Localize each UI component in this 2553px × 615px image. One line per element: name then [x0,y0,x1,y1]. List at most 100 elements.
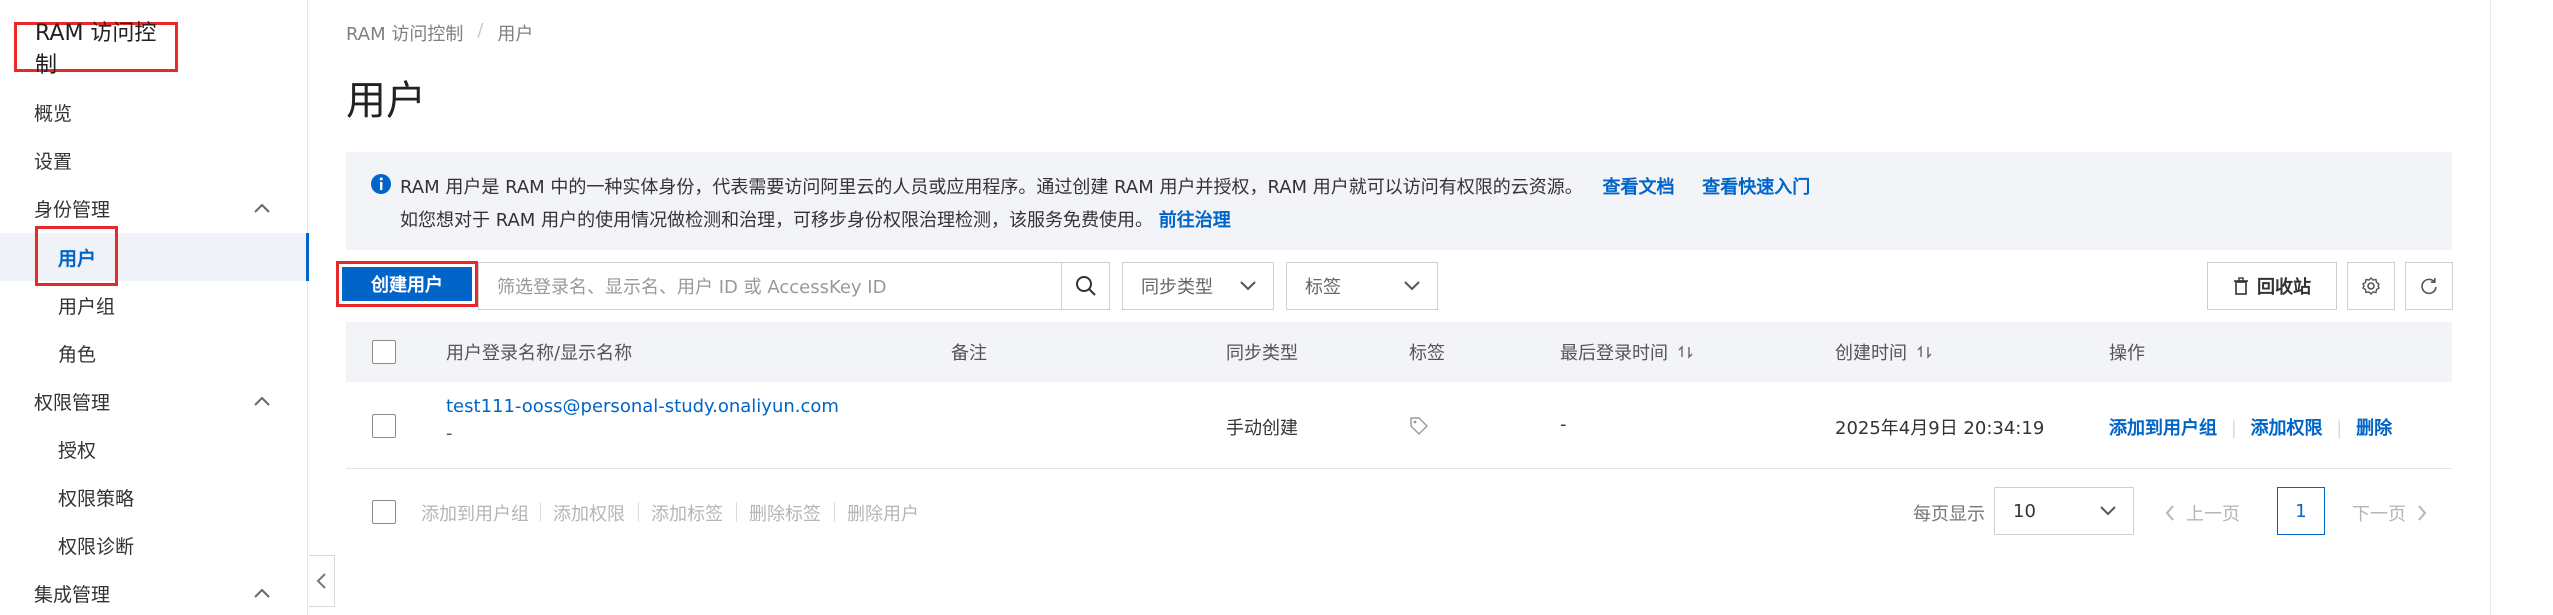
batch-delete-tag-button[interactable]: 删除标签 [749,500,821,526]
divider [736,502,737,522]
add-to-group-link[interactable]: 添加到用户组 [2109,418,2217,439]
sidebar-group-identity[interactable]: 身份管理 [0,184,308,232]
user-display-name: - [446,423,453,444]
settings-button[interactable] [2347,262,2395,310]
sidebar-item-roles[interactable]: 角色 [0,329,308,377]
breadcrumb-root[interactable]: RAM 访问控制 [346,20,463,46]
chevron-up-icon [254,396,270,406]
user-login-link[interactable]: test111-ooss@personal-study.onaliyun.com [446,396,839,417]
row-actions: 添加到用户组 | 添加权限 | 删除 [2109,414,2392,440]
page-number-current[interactable]: 1 [2277,487,2325,535]
action-separator: | [2230,418,2237,439]
add-permission-link[interactable]: 添加权限 [2251,418,2323,439]
sidebar-item-users[interactable]: 用户 [0,233,309,281]
sidebar-item-label: 集成管理 [34,583,111,606]
batch-delete-user-button[interactable]: 删除用户 [847,500,919,526]
sidebar-group-integration[interactable]: 集成管理 [0,569,308,615]
sidebar-collapse-button[interactable] [309,555,335,607]
action-separator: | [2336,418,2343,439]
column-header-note: 备注 [951,343,987,364]
row-checkbox[interactable] [372,414,396,438]
info-icon [371,174,391,194]
last-login-value: - [1560,414,1567,435]
chevron-down-icon [2100,506,2116,516]
sort-icon[interactable] [1678,345,1696,359]
app-title[interactable]: RAM 访问控制 [14,21,178,78]
breadcrumb-separator: / [477,20,484,41]
create-user-button[interactable]: 创建用户 [342,267,472,301]
chevron-left-icon [316,573,326,589]
sidebar-group-permissions[interactable]: 权限管理 [0,377,308,425]
column-header-created[interactable]: 创建时间 [1835,322,1935,382]
select-value: 10 [2013,500,2036,522]
sidebar-item-policies[interactable]: 权限策略 [0,473,308,521]
breadcrumb-current: 用户 [497,24,534,45]
chevron-right-icon [2418,505,2427,521]
sync-type-value: 手动创建 [1226,418,1298,439]
sidebar: RAM 访问控制 概览 设置 身份管理 用户 用户组 角色 权限管理 授权 权限… [0,0,309,615]
sidebar-item-label: 用户组 [58,295,116,318]
search-icon [1075,276,1096,296]
next-page-label: 下一页 [2352,504,2406,525]
sidebar-item-diagnosis[interactable]: 权限诊断 [0,521,308,569]
batch-add-group-button[interactable]: 添加到用户组 [421,500,529,526]
next-page-button[interactable]: 下一页 [2352,500,2428,526]
chevron-up-icon [254,588,270,598]
quick-start-link[interactable]: 查看快速入门 [1702,177,1810,198]
divider [540,502,541,522]
select-all-checkbox[interactable] [372,340,396,364]
select-value: 标签 [1305,277,1341,298]
chevron-down-icon [1240,281,1256,291]
sidebar-item-label: 权限诊断 [58,535,135,558]
sidebar-item-label: 权限策略 [58,487,135,510]
batch-add-permission-button[interactable]: 添加权限 [553,500,625,526]
sidebar-item-settings[interactable]: 设置 [0,136,308,184]
column-label: 创建时间 [1835,343,1907,364]
sidebar-item-label: 授权 [58,439,97,462]
prev-page-button[interactable]: 上一页 [2164,500,2240,526]
notice-text: 如您想对于 RAM 用户的使用情况做检测和治理，可移步身份权限治理检测，该服务免… [400,210,1154,231]
batch-add-tag-button[interactable]: 添加标签 [651,500,723,526]
column-header-last-login[interactable]: 最后登录时间 [1560,322,1696,382]
sidebar-item-user-groups[interactable]: 用户组 [0,281,308,329]
page-size-label: 每页显示 [1913,504,1985,525]
breadcrumb: RAM 访问控制 / 用户 [346,20,533,46]
created-time-value: 2025年4月9日 20:34:19 [1835,418,2045,439]
search-button[interactable] [1061,263,1109,309]
refresh-button[interactable] [2405,262,2453,310]
column-header-login: 用户登录名称/显示名称 [446,343,633,364]
refresh-icon [2421,278,2437,295]
divider [2490,0,2491,615]
tag-icon[interactable] [1409,416,1429,436]
delete-link[interactable]: 删除 [2356,418,2392,439]
recycle-bin-label: 回收站 [2257,277,2311,298]
sidebar-item-label: 概览 [34,102,73,125]
info-notice: RAM 用户是 RAM 中的一种实体身份，代表需要访问阿里云的人员或应用程序。通… [346,152,2452,250]
search-box: 筛选登录名、显示名、用户 ID 或 AccessKey ID [478,262,1110,310]
table-header: 用户登录名称/显示名称 备注 同步类型 标签 最后登录时间 创建时间 操作 [346,322,2452,382]
sort-icon[interactable] [1917,345,1935,359]
page-title: 用户 [346,78,426,124]
footer-select-all-checkbox[interactable] [372,500,396,524]
sidebar-item-label: 权限管理 [34,391,111,414]
tag-select[interactable]: 标签 [1286,262,1438,310]
sidebar-item-label: 身份管理 [34,198,111,221]
gear-icon [2362,277,2380,295]
chevron-down-icon [1404,281,1420,291]
recycle-bin-button[interactable]: 回收站 [2207,262,2337,310]
chevron-left-icon [2165,505,2174,521]
sync-type-select[interactable]: 同步类型 [1122,262,1274,310]
search-input[interactable]: 筛选登录名、显示名、用户 ID 或 AccessKey ID [479,263,1061,309]
sidebar-item-overview[interactable]: 概览 [0,88,308,136]
go-governance-link[interactable]: 前往治理 [1159,210,1231,231]
page-size-select[interactable]: 10 [1994,487,2134,535]
column-header-tag: 标签 [1409,343,1445,364]
sidebar-item-grants[interactable]: 授权 [0,425,308,473]
column-header-ops: 操作 [2109,343,2145,364]
view-docs-link[interactable]: 查看文档 [1603,177,1675,198]
sidebar-item-label: 角色 [58,343,97,366]
column-label: 最后登录时间 [1560,343,1668,364]
sidebar-item-label: 设置 [34,150,73,173]
select-value: 同步类型 [1141,277,1213,298]
table-row: test111-ooss@personal-study.onaliyun.com… [346,383,2452,469]
